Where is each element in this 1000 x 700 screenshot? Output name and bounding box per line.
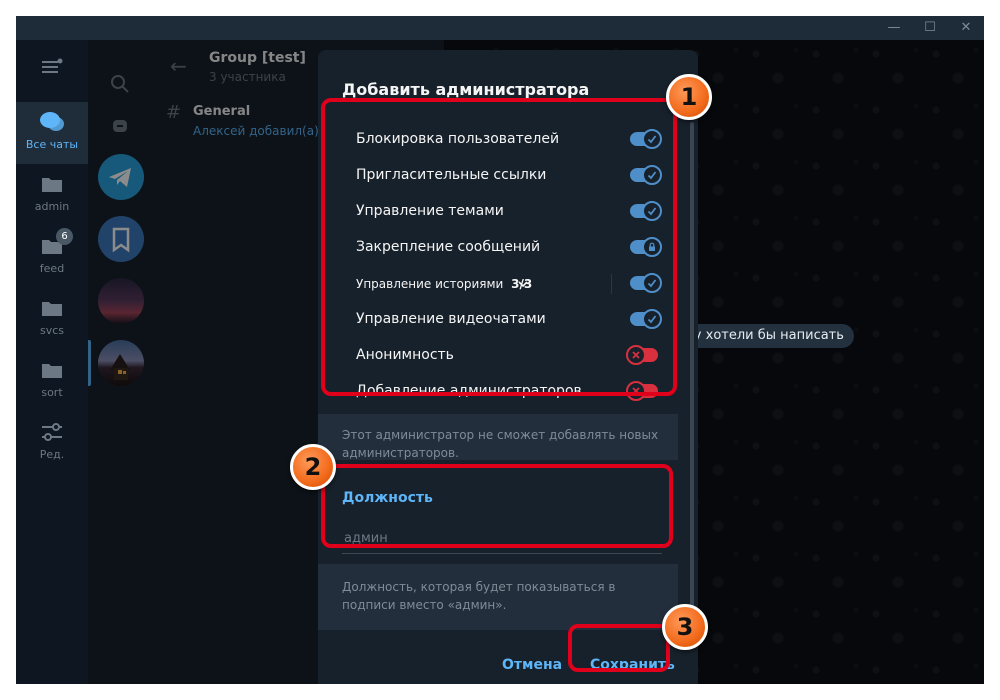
cross-icon	[626, 381, 646, 401]
chats-icon	[40, 112, 64, 131]
folder-icon	[42, 364, 62, 378]
toggle-switch[interactable]	[630, 165, 662, 185]
scrollbar[interactable]	[690, 122, 694, 642]
folder-svcs[interactable]: svcs	[16, 288, 88, 350]
folder-label: sort	[41, 386, 63, 399]
permission-label: Управление видеочатами	[356, 311, 546, 327]
folder-sidebar: Все чаты admin 6 feed svcs sort Ред.	[16, 40, 88, 684]
check-icon	[642, 273, 662, 293]
folder-label: svcs	[39, 324, 65, 337]
permission-label: Пригласительные ссылки	[356, 167, 547, 183]
check-icon	[642, 309, 662, 329]
save-button[interactable]: Сохранить	[590, 650, 675, 680]
stories-label: Управление историями	[356, 277, 504, 291]
step-marker: 3	[662, 604, 708, 650]
toggle-switch[interactable]	[626, 345, 658, 365]
cancel-button[interactable]: Отмена	[502, 650, 562, 680]
divider	[611, 274, 612, 294]
permission-row-manage-topics[interactable]: Управление темами	[318, 194, 678, 230]
toggle-switch-locked[interactable]	[630, 237, 662, 257]
dialog-title: Добавить администратора	[342, 80, 590, 99]
maximize-icon[interactable]: ☐	[912, 16, 948, 40]
permission-label: Управление темами	[356, 203, 504, 219]
folder-label: admin	[34, 200, 70, 213]
folder-sort[interactable]: sort	[16, 350, 88, 412]
admins-note: Этот администратор не сможет добавлять н…	[342, 428, 659, 460]
folder-feed[interactable]: 6 feed	[16, 226, 88, 288]
folder-label: feed	[39, 262, 65, 275]
close-icon[interactable]: ✕	[948, 16, 984, 40]
permission-row-add-admins[interactable]: Добавление администраторов	[318, 374, 678, 410]
permission-label: Закрепление сообщений	[356, 239, 541, 255]
toggle-switch[interactable]	[630, 129, 662, 149]
position-note: Должность, которая будет показываться в …	[342, 580, 616, 612]
add-admin-dialog: Добавить администратора Блокировка польз…	[318, 50, 698, 684]
permission-label: Блокировка пользователей	[356, 131, 560, 147]
menu-icon[interactable]	[40, 58, 64, 80]
permission-row-manage-stories[interactable]: Управление историями 3/3	[318, 266, 678, 302]
permission-label: Добавление администраторов	[356, 383, 582, 399]
permission-row-ban-users[interactable]: Блокировка пользователей	[318, 122, 678, 158]
minimize-icon[interactable]: —	[876, 16, 912, 40]
folder-icon	[42, 178, 62, 192]
telegram-window: — ☐ ✕ Все чаты admin 6 feed svcs sort Ре…	[16, 16, 984, 684]
cross-icon	[626, 345, 646, 365]
edit-folders-icon	[42, 423, 62, 441]
check-icon	[642, 201, 662, 221]
toggle-switch[interactable]	[626, 381, 658, 401]
permission-row-pin-messages[interactable]: Закрепление сообщений	[318, 230, 678, 266]
toggle-switch[interactable]	[630, 201, 662, 221]
step-marker: 2	[290, 444, 336, 490]
folder-label: Ред.	[39, 448, 65, 461]
toggle-switch[interactable]	[630, 309, 662, 329]
folder-label: Все чаты	[25, 138, 79, 151]
chat-service-pill: му хотели бы написать	[674, 324, 854, 348]
permission-label: Управление историями 3/3	[356, 277, 532, 291]
lock-icon	[642, 237, 662, 257]
permission-label: Анонимность	[356, 347, 454, 363]
folder-admin[interactable]: admin	[16, 164, 88, 226]
position-label: Должность	[342, 490, 433, 506]
check-icon	[642, 129, 662, 149]
title-bar: — ☐ ✕	[16, 16, 984, 40]
toggle-switch[interactable]	[630, 273, 662, 293]
step-marker: 1	[666, 74, 712, 120]
folder-edit[interactable]: Ред.	[16, 412, 88, 474]
permission-row-video-chats[interactable]: Управление видеочатами	[318, 302, 678, 338]
folder-icon	[42, 302, 62, 316]
check-icon	[642, 165, 662, 185]
folder-all-chats[interactable]: Все чаты	[16, 102, 88, 164]
position-input[interactable]	[342, 524, 662, 554]
chevron-down-icon[interactable]	[518, 280, 528, 288]
unread-badge: 6	[56, 228, 73, 245]
permission-row-invite-links[interactable]: Пригласительные ссылки	[318, 158, 678, 194]
permission-row-anonymous[interactable]: Анонимность	[318, 338, 678, 374]
